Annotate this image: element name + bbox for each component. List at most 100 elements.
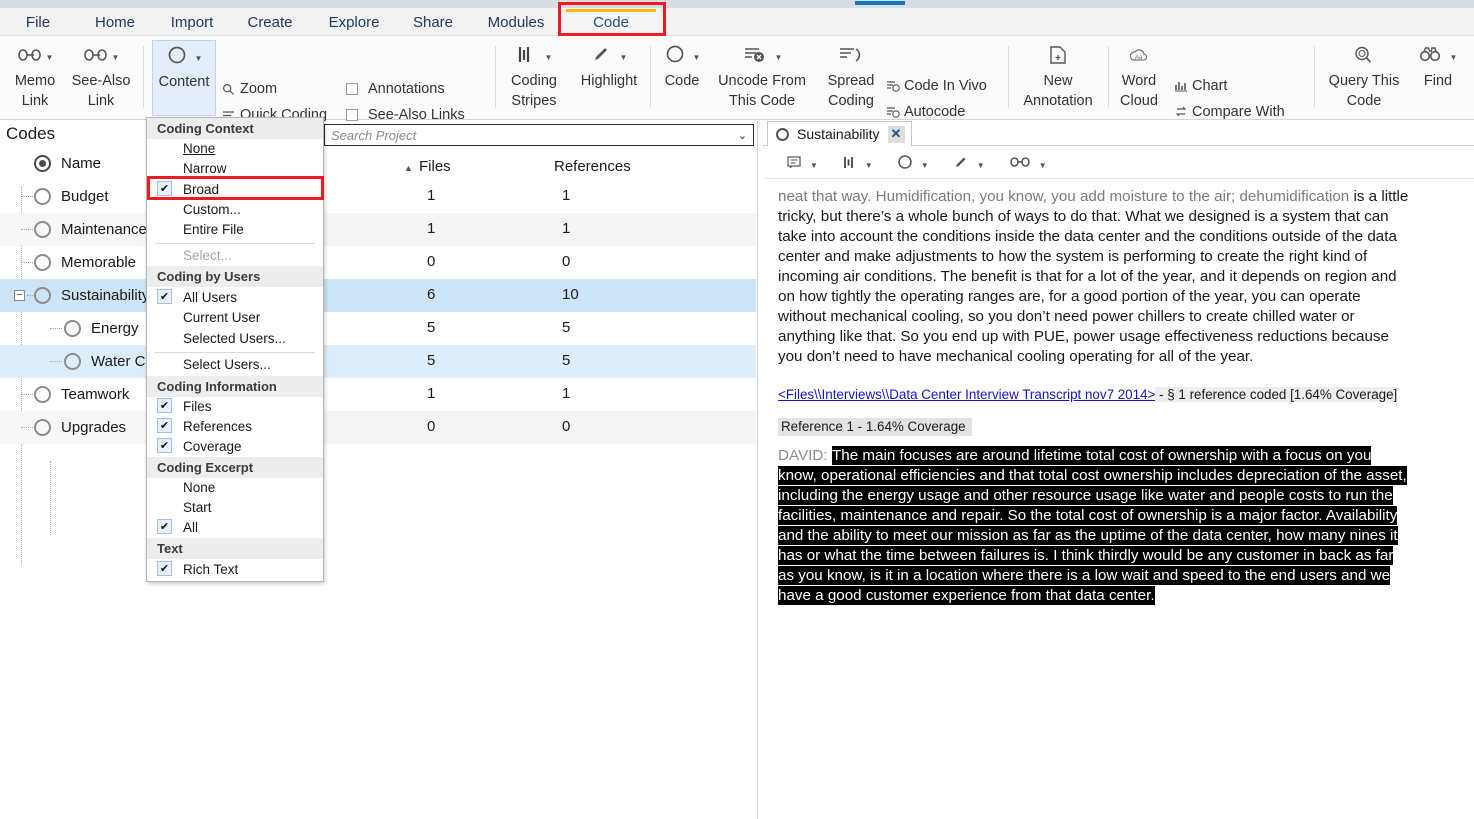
code-label-teamwork: Teamwork	[61, 386, 130, 403]
checkbox-icon[interactable]	[346, 83, 358, 95]
menu-item-entire-file[interactable]: Entire File	[147, 220, 323, 241]
memo-link-button[interactable]: ▼ Memo Link	[4, 40, 66, 116]
table-row[interactable]: 0 0	[322, 411, 756, 444]
column-header-references[interactable]: References	[554, 158, 631, 175]
tab-file[interactable]: File	[8, 8, 68, 36]
ribbon-separator	[1314, 46, 1315, 108]
marker-icon: ▼	[591, 40, 627, 70]
menu-item-label: Files	[183, 399, 212, 414]
tab-code[interactable]: Code	[562, 8, 660, 36]
highlight-icon[interactable]: ▼	[953, 154, 985, 170]
see-also-link-button[interactable]: ▼ See-Also Link	[68, 40, 134, 116]
chevron-down-icon[interactable]: ⌄	[738, 129, 747, 142]
memo-link-label-2: Link	[21, 93, 49, 110]
coding-stripes-icon[interactable]: ▼	[842, 155, 873, 170]
chevron-down-icon[interactable]: ▼	[810, 161, 818, 170]
chevron-down-icon: ▼	[111, 53, 120, 62]
checkbox-checked-icon[interactable]: ✔	[157, 289, 172, 304]
menu-item-references[interactable]: ✔ References	[147, 417, 323, 437]
checkbox-checked-icon[interactable]: ✔	[157, 561, 172, 576]
chart-label: Chart	[1192, 78, 1228, 94]
checkbox-checked-icon[interactable]: ✔	[157, 438, 172, 453]
menu-item-label: Rich Text	[183, 562, 239, 577]
zoom-option[interactable]: Zoom	[222, 78, 277, 100]
column-header-files[interactable]: Files	[419, 158, 451, 175]
search-input[interactable]: Search Project ⌄	[324, 124, 754, 146]
uncode-from-this-code-button[interactable]: ▼ Uncode From This Code	[710, 40, 814, 116]
annotations-checkbox[interactable]: Annotations	[346, 78, 445, 100]
menu-item-current-user[interactable]: Current User	[147, 308, 323, 329]
progress-indicator	[855, 1, 905, 5]
tab-explore[interactable]: Explore	[312, 8, 396, 36]
chevron-down-icon[interactable]: ▼	[977, 161, 985, 170]
table-row[interactable]: 1 1	[322, 180, 756, 213]
cell-files: 1	[427, 220, 436, 237]
compare-with-button[interactable]: Compare With	[1174, 101, 1285, 123]
coding-stripes-button[interactable]: ▼ Coding Stripes	[503, 40, 565, 116]
menu-item-files[interactable]: ✔ Files	[147, 397, 323, 417]
spread-coding-button[interactable]: Spread Coding	[820, 40, 882, 116]
annotation-icon[interactable]: ▼	[787, 155, 818, 170]
table-row[interactable]: 5 5	[322, 312, 756, 345]
highlight-button[interactable]: ▼ Highlight	[576, 40, 642, 116]
code-node-icon	[64, 320, 81, 337]
new-annotation-label-1: New	[1043, 73, 1073, 89]
code-circle-icon[interactable]: ▼	[897, 154, 929, 170]
menu-item-all[interactable]: ✔ All	[147, 518, 323, 538]
chart-button[interactable]: Chart	[1174, 75, 1227, 97]
panel-divider[interactable]	[757, 121, 758, 819]
code-label-energy: Energy	[91, 320, 139, 337]
menu-item-all-users[interactable]: ✔ All Users	[147, 287, 323, 308]
see-also-link-label-1: See-Also	[71, 73, 131, 89]
checkbox-checked-icon[interactable]: ✔	[157, 398, 172, 413]
table-row[interactable]: 6 10	[322, 279, 756, 312]
tab-create[interactable]: Create	[232, 8, 308, 36]
expand-collapse-icon[interactable]: −	[14, 290, 25, 301]
menu-item-rich-text[interactable]: ✔ Rich Text	[147, 559, 323, 581]
menu-item-narrow[interactable]: Narrow	[147, 159, 323, 179]
menu-item-label: Entire File	[183, 222, 244, 237]
query-this-code-button[interactable]: Query This Code	[1322, 40, 1406, 116]
menu-item-broad[interactable]: ✔ Broad	[147, 179, 323, 200]
tab-share[interactable]: Share	[398, 8, 468, 36]
tab-home[interactable]: Home	[76, 8, 154, 36]
table-row[interactable]: 5 5	[322, 345, 756, 378]
menu-item-selected-users[interactable]: Selected Users...	[147, 329, 323, 350]
checkbox-checked-icon[interactable]: ✔	[157, 519, 172, 534]
chevron-down-icon[interactable]: ▼	[865, 161, 873, 170]
content-dropdown-menu: Coding Context None Narrow ✔ Broad Custo…	[146, 117, 324, 582]
table-row[interactable]: 1 1	[322, 213, 756, 246]
menu-item-select-users[interactable]: Select Users...	[147, 355, 323, 376]
tab-import[interactable]: Import	[154, 8, 230, 36]
see-also-link-icon[interactable]: ▼	[1009, 155, 1047, 170]
checkbox-checked-icon[interactable]: ✔	[157, 181, 172, 196]
menu-item-none-excerpt[interactable]: None	[147, 478, 323, 498]
menu-item-coverage[interactable]: ✔ Coverage	[147, 437, 323, 457]
content-button[interactable]: ▼ Content	[152, 40, 216, 116]
menu-separator	[155, 243, 315, 244]
table-row[interactable]: 0 0	[322, 246, 756, 279]
checkbox-icon[interactable]	[346, 109, 358, 121]
uncode-icon: ▼	[742, 40, 782, 70]
close-icon[interactable]: ✕	[887, 125, 905, 143]
tab-modules[interactable]: Modules	[472, 8, 560, 36]
source-file-link[interactable]: <Files\\Interviews\\Data Center Intervie…	[778, 387, 1155, 402]
menu-item-start[interactable]: Start	[147, 498, 323, 518]
find-button[interactable]: ▼ Find	[1410, 40, 1466, 116]
word-cloud-button[interactable]: Aa Word Cloud	[1114, 40, 1164, 116]
chevron-down-icon[interactable]: ▼	[1039, 161, 1047, 170]
chevron-down-icon[interactable]: ▼	[921, 161, 929, 170]
new-annotation-button[interactable]: New Annotation	[1018, 40, 1098, 116]
sort-ascending-icon[interactable]: ▲	[404, 163, 413, 173]
codeinvivo-icon	[886, 79, 904, 93]
menu-item-custom[interactable]: Custom...	[147, 200, 323, 220]
checkbox-checked-icon[interactable]: ✔	[157, 418, 172, 433]
code-button[interactable]: ▼ Code	[656, 40, 708, 116]
detail-tab-sustainability[interactable]: Sustainability ✕	[767, 121, 912, 146]
code-label-budget: Budget	[61, 188, 109, 205]
autocode-button[interactable]: Autocode	[886, 101, 965, 123]
menu-item-none-context[interactable]: None	[147, 139, 323, 159]
code-in-vivo-button[interactable]: Code In Vivo	[886, 75, 987, 97]
table-row[interactable]: 1 1	[322, 378, 756, 411]
menu-section-header: Coding Information	[147, 376, 323, 397]
